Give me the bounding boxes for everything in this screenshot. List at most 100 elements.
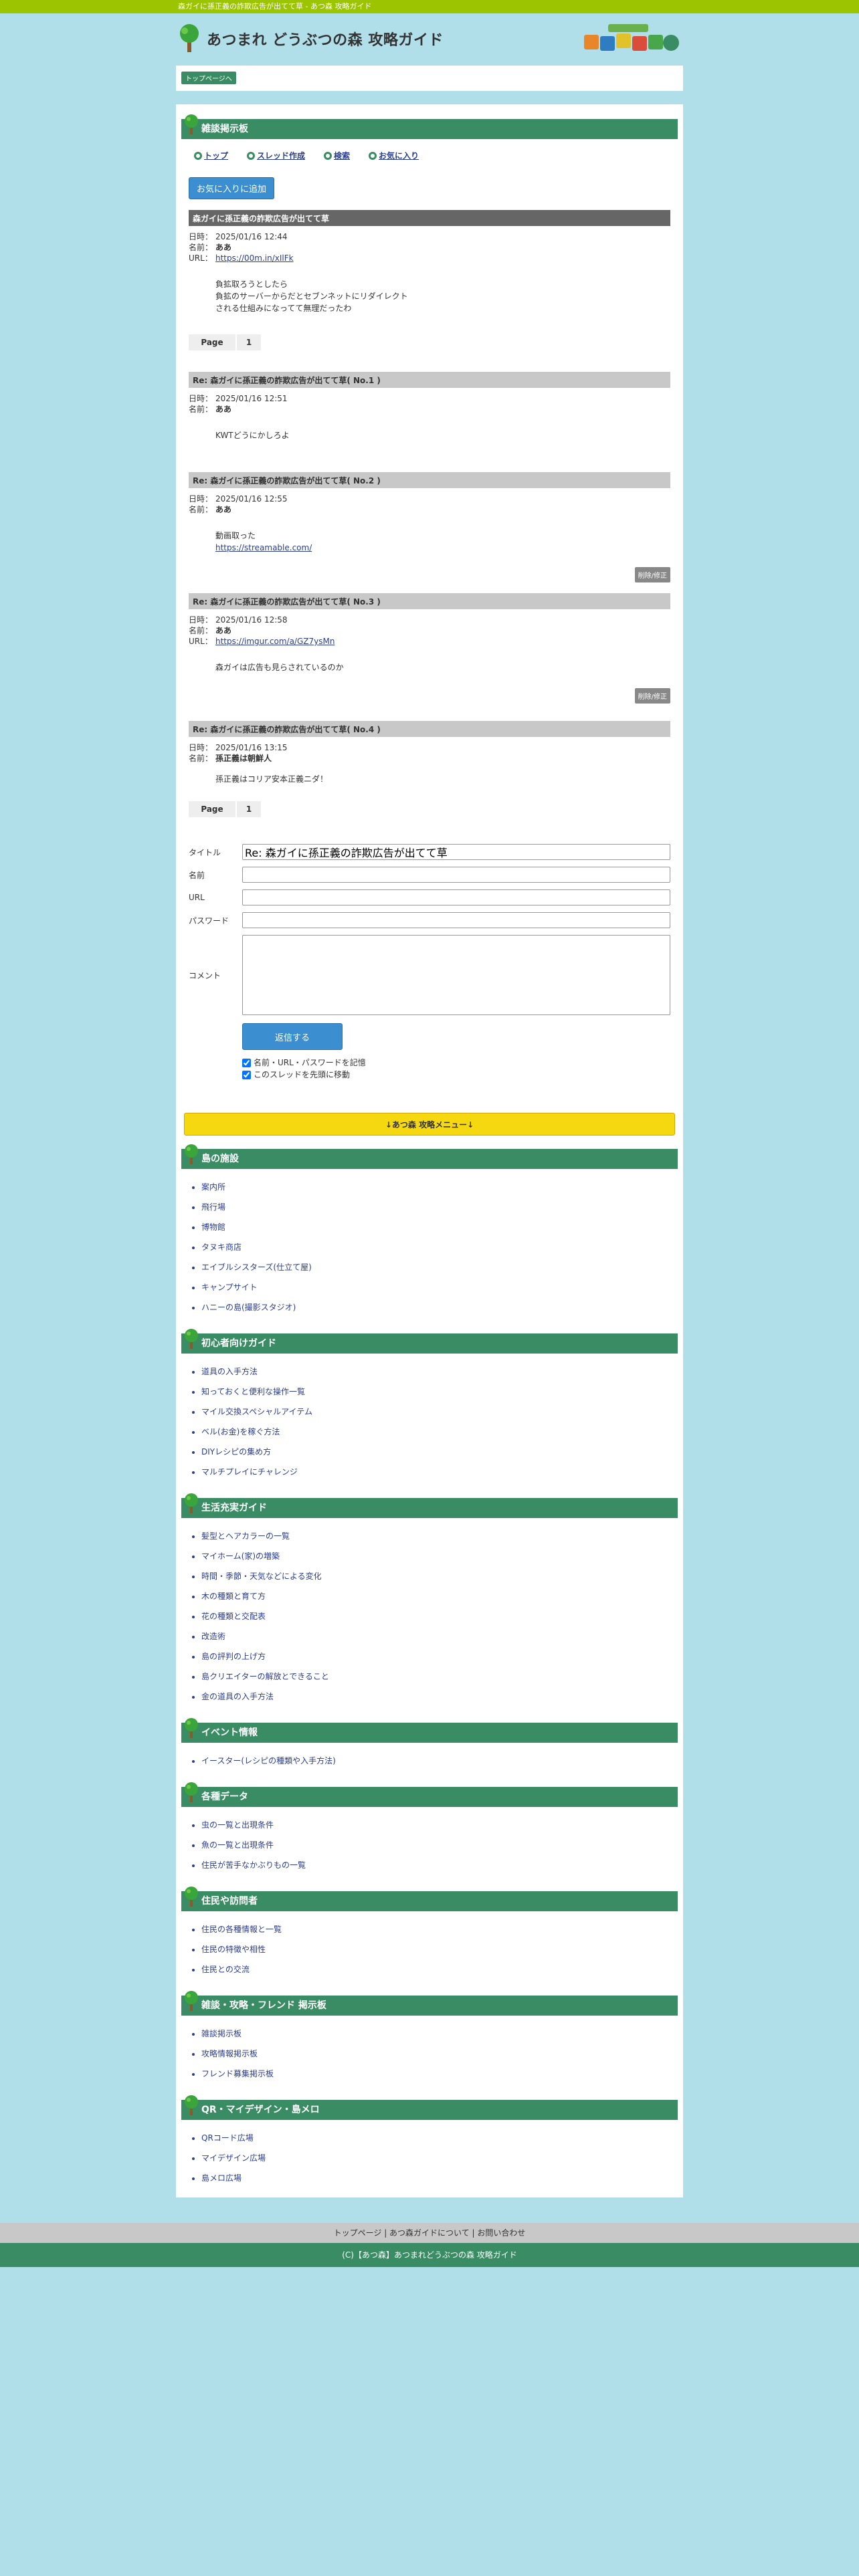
edit-delete-button[interactable]: 削除/修正 (634, 688, 670, 704)
submit-reply-button[interactable]: 返信する (242, 1023, 343, 1050)
nav-search-link[interactable]: 検索 (324, 150, 350, 161)
tree-icon (185, 1718, 198, 1738)
menu-list: 案内所飛行場博物館タヌキ商店エイブルシスターズ(仕立て屋) キャンプサイトハニーの… (201, 1180, 678, 1320)
menu-list: 住民の各種情報と一覧住民の特徴や相性住民との交流 (201, 1922, 678, 1982)
menu-item: 虫の一覧と出現条件 (201, 1818, 678, 1838)
menu-item-link[interactable]: フレンド募集掲示板 (201, 2069, 274, 2078)
menu-item: QRコード広場 (201, 2131, 678, 2151)
post-body-link[interactable]: https://streamable.com/ (215, 543, 312, 552)
menu-item-link[interactable]: 知っておくと便利な操作一覧 (201, 1387, 305, 1396)
menu-section-header: QR・マイデザイン・島メロ (181, 2095, 678, 2120)
menu-item: DIYレシピの集め方 (201, 1444, 678, 1465)
comment-textarea[interactable] (242, 935, 670, 1015)
thread-title: 森ガイに孫正義の詐欺広告が出てて草 (189, 209, 670, 226)
pager-page-1[interactable]: 1 (237, 801, 261, 817)
footer-link-about[interactable]: あつ森ガイドについて (389, 2228, 470, 2238)
menu-item-link[interactable]: 住民が苦手なかぶりもの一覧 (201, 1860, 306, 1870)
menu-item-link[interactable]: 島の評判の上げ方 (201, 1652, 266, 1661)
tree-icon (185, 1329, 198, 1349)
menu-section-header: 初心者向けガイド (181, 1329, 678, 1354)
post-author: ああ (215, 505, 232, 514)
tree-icon (180, 24, 199, 52)
nav-favorites-link[interactable]: お気に入り (369, 150, 419, 161)
menu-item-link[interactable]: 博物館 (201, 1222, 225, 1232)
menu-list: QRコード広場マイデザイン広場島メロ広場 (201, 2131, 678, 2191)
menu-item-link[interactable]: ハニーの島(撮影スタジオ) (201, 1303, 296, 1312)
menu-item-link[interactable]: 虫の一覧と出現条件 (201, 1820, 274, 1830)
edit-delete-button[interactable]: 削除/修正 (634, 567, 670, 582)
menu-item-link[interactable]: マルチプレイにチャレンジ (201, 1467, 298, 1477)
menu-item-link[interactable]: キャンプサイト (201, 1283, 258, 1292)
menu-item-link[interactable]: 雑談掲示板 (201, 2029, 242, 2038)
tree-icon (185, 114, 198, 134)
bbs-section-header: 雑談掲示板 (181, 114, 678, 139)
menu-item: 花の種類と交配表 (201, 1609, 678, 1629)
menu-item-link[interactable]: 時間・季節・天気などによる変化 (201, 1572, 322, 1581)
post-url-link[interactable]: https://imgur.com/a/GZ7ysMn (215, 637, 335, 646)
menu-item-link[interactable]: ベル(お金)を稼ぐ方法 (201, 1427, 280, 1436)
menu-item-link[interactable]: 島メロ広場 (201, 2173, 242, 2183)
menu-item-link[interactable]: 道具の入手方法 (201, 1367, 258, 1376)
footer-link-contact[interactable]: お問い合わせ (477, 2228, 525, 2238)
menu-item-link[interactable]: マイル交換スペシャルアイテム (201, 1407, 312, 1416)
menu-item-link[interactable]: マイホーム(家)の増築 (201, 1551, 280, 1561)
menu-item-link[interactable]: 花の種類と交配表 (201, 1612, 266, 1621)
menu-item: 知っておくと便利な操作一覧 (201, 1384, 678, 1404)
menu-section: 生活充実ガイド髪型とヘアカラーの一覧マイホーム(家)の増築時間・季節・天気などに… (181, 1493, 678, 1709)
pager-page-1[interactable]: 1 (237, 334, 261, 350)
menu-item-link[interactable]: イースター(レシピの種類や入手方法) (201, 1756, 336, 1765)
menu-item-link[interactable]: DIYレシピの集め方 (201, 1447, 271, 1457)
menu-section-header: 生活充実ガイド (181, 1493, 678, 1518)
menu-item-link[interactable]: 攻略情報掲示板 (201, 2049, 258, 2058)
remember-label: 名前・URL・パスワードを記憶 (254, 1058, 366, 1067)
menu-item-link[interactable]: 飛行場 (201, 1202, 225, 1212)
menu-item: マイホーム(家)の増築 (201, 1549, 678, 1569)
tree-icon (185, 1991, 198, 2011)
nav-top-link[interactable]: トップ (194, 150, 228, 161)
menu-item-link[interactable]: 魚の一覧と出現条件 (201, 1840, 274, 1850)
tree-icon (185, 1493, 198, 1513)
pager: Page 1 (189, 801, 670, 817)
title-input[interactable] (242, 844, 670, 860)
menu-item-link[interactable]: マイデザイン広場 (201, 2153, 266, 2163)
menu-item-link[interactable]: 改造術 (201, 1632, 225, 1641)
menu-section-header: 各種データ (181, 1782, 678, 1807)
menu-item-link[interactable]: QRコード広場 (201, 2133, 254, 2143)
menu-item-link[interactable]: 髪型とヘアカラーの一覧 (201, 1531, 290, 1541)
menu-section-header: 雑談・攻略・フレンド 掲示板 (181, 1991, 678, 2016)
breadcrumb-top-link[interactable]: トップページへ (181, 72, 236, 84)
post-date: 2025/01/16 12:55 (215, 494, 288, 504)
menu-item-link[interactable]: 住民の特徴や相性 (201, 1945, 266, 1954)
password-input[interactable] (242, 912, 670, 928)
menu-item: 道具の入手方法 (201, 1364, 678, 1384)
footer-link-top[interactable]: トップページ (334, 2228, 382, 2238)
tree-icon (185, 1782, 198, 1802)
menu-item-link[interactable]: 住民の各種情報と一覧 (201, 1925, 282, 1934)
menu-item-link[interactable]: 住民との交流 (201, 1965, 250, 1974)
menu-item-link[interactable]: 木の種類と育て方 (201, 1592, 266, 1601)
menu-list: 虫の一覧と出現条件魚の一覧と出現条件住民が苦手なかぶりもの一覧 (201, 1818, 678, 1878)
main-content: 雑談掲示板 トップ スレッド作成 検索 お気に入り お気に入りに追加 森ガイに孫… (176, 104, 683, 2197)
remember-checkbox[interactable] (242, 1058, 251, 1067)
name-input[interactable] (242, 867, 670, 883)
move-top-checkbox[interactable] (242, 1070, 251, 1079)
menu-item-link[interactable]: 金の道具の入手方法 (201, 1692, 274, 1701)
add-favorite-button[interactable]: お気に入りに追加 (189, 177, 275, 199)
menu-item: 住民が苦手なかぶりもの一覧 (201, 1858, 678, 1878)
pager-label: Page (189, 334, 235, 350)
guide-menu-banner: ↓あつ森 攻略メニュー↓ (184, 1113, 675, 1136)
menu-section-header: 島の施設 (181, 1144, 678, 1169)
circle-bullet-icon (247, 151, 256, 160)
post-date: 2025/01/16 12:44 (215, 232, 288, 241)
menu-item: 時間・季節・天気などによる変化 (201, 1569, 678, 1589)
nav-create-thread-link[interactable]: スレッド作成 (247, 150, 305, 161)
post-url-link[interactable]: https://00m.in/xIlFk (215, 253, 294, 263)
site-title[interactable]: あつまれ どうぶつの森 攻略ガイド (207, 28, 444, 49)
menu-item-link[interactable]: タヌキ商店 (201, 1243, 242, 1252)
tree-icon (185, 1887, 198, 1907)
url-input[interactable] (242, 889, 670, 905)
menu-item-link[interactable]: エイブルシスターズ(仕立て屋) (201, 1263, 312, 1272)
menu-item-link[interactable]: 案内所 (201, 1182, 225, 1192)
menu-item-link[interactable]: 島クリエイターの解放とできること (201, 1672, 329, 1681)
post-date: 2025/01/16 13:15 (215, 743, 288, 752)
